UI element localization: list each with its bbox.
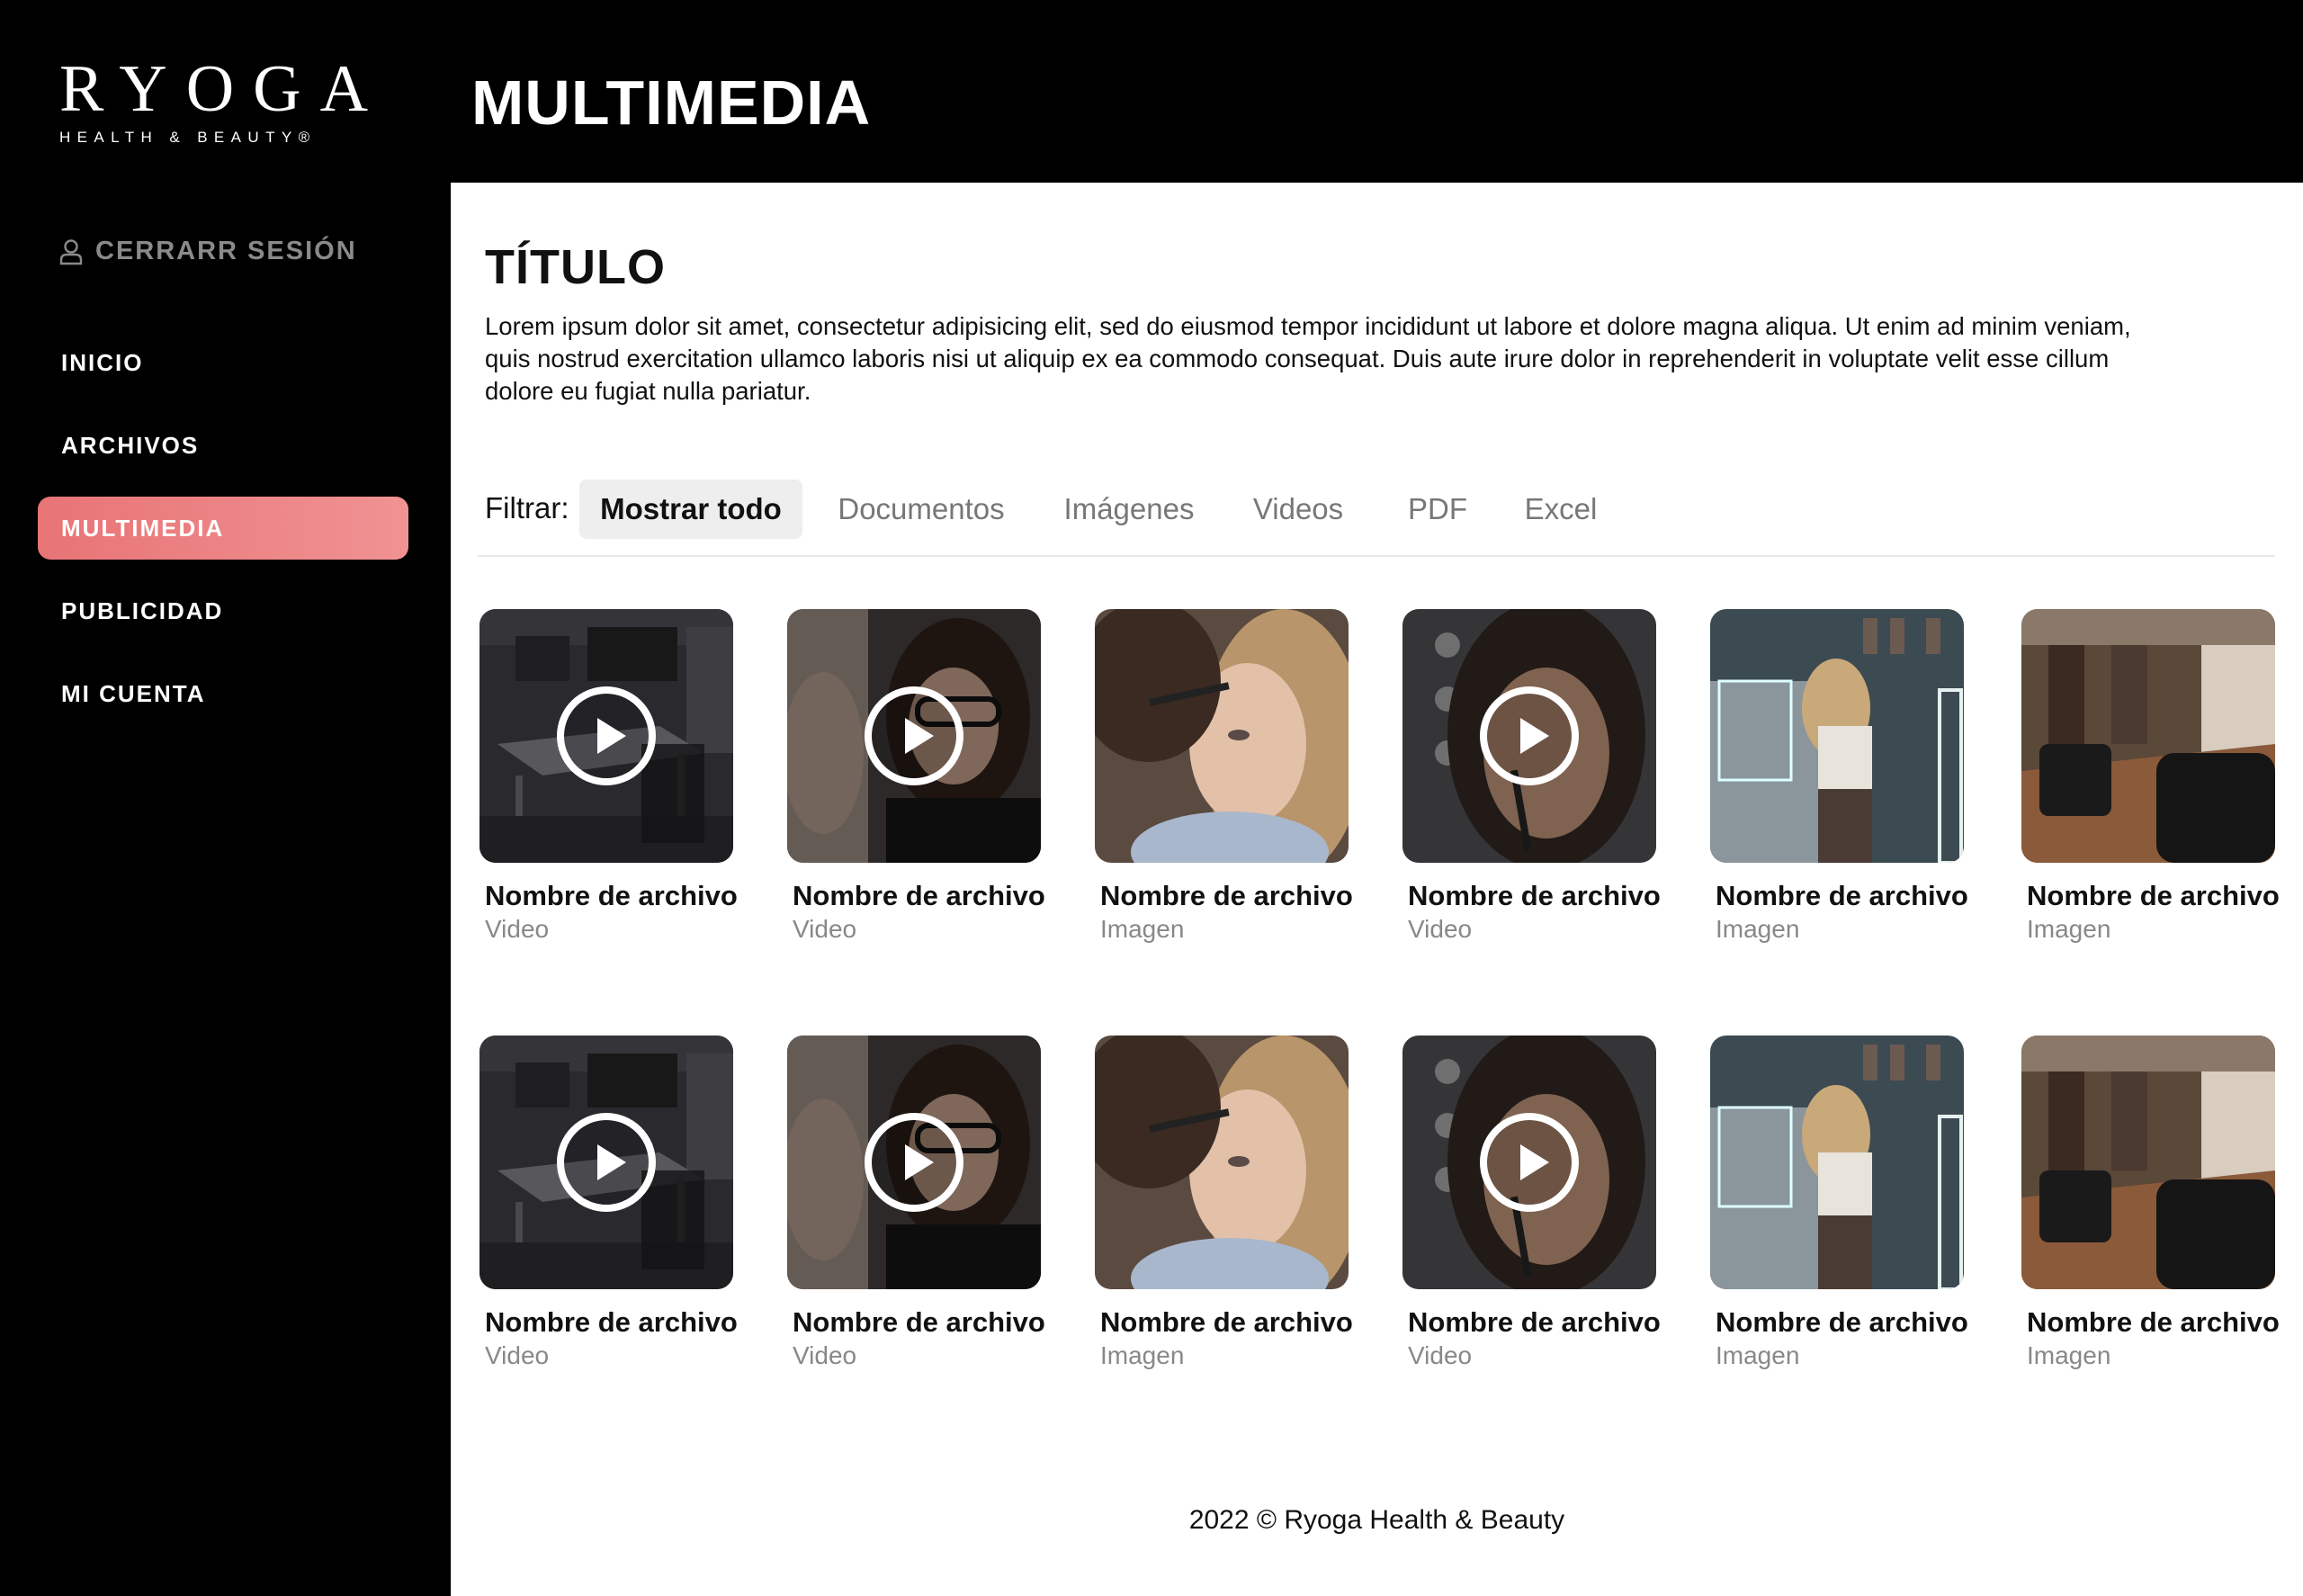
content-description: Lorem ipsum dolor sit amet, consectetur … — [485, 312, 2131, 405]
image-thumbnail[interactable] — [1710, 1036, 1964, 1289]
media-file-type: Video — [485, 1341, 550, 1369]
media-file-name[interactable]: Nombre de archivo — [479, 879, 738, 913]
footer-copyright: 2022 © Ryoga Health & Beauty — [1188, 1505, 1565, 1535]
media-card[interactable]: Nombre de archivo Imagen — [1710, 609, 1968, 946]
media-file-name[interactable]: Nombre de archivo — [1710, 879, 1968, 913]
sidebar-item-archivos[interactable]: ARCHIVOS — [38, 414, 408, 477]
media-card[interactable]: Nombre de archivo Video — [479, 1036, 738, 1372]
filter-tab-imagenes[interactable]: Imágenes — [1039, 480, 1219, 539]
video-thumbnail[interactable] — [479, 609, 733, 863]
play-icon[interactable] — [1479, 1112, 1580, 1213]
media-file-name[interactable]: Nombre de archivo — [1402, 1305, 1661, 1340]
media-file-type: Video — [485, 915, 550, 943]
video-thumbnail[interactable] — [479, 1036, 733, 1289]
logout-label: CERRARR SESIÓN — [95, 237, 357, 265]
media-card[interactable]: Nombre de archivo Imagen — [1710, 1036, 1968, 1372]
image-thumbnail[interactable] — [2021, 1036, 2275, 1289]
brand-name: RYOGA — [59, 52, 388, 126]
media-file-name[interactable]: Nombre de archivo — [1095, 879, 1353, 913]
video-thumbnail[interactable] — [787, 1036, 1041, 1289]
media-file-type: Video — [793, 915, 857, 943]
media-file-name[interactable]: Nombre de archivo — [787, 879, 1045, 913]
sidebar: CERRARR SESIÓN INICIO ARCHIVOS MULTIMEDI… — [0, 183, 451, 1596]
play-icon[interactable] — [556, 1112, 657, 1213]
image-thumbnail[interactable] — [2021, 609, 2275, 863]
video-thumbnail[interactable] — [1402, 609, 1656, 863]
media-file-name[interactable]: Nombre de archivo — [1402, 879, 1661, 913]
main-content: TÍTULO Lorem ipsum dolor sit amet, conse… — [451, 183, 2303, 1596]
media-file-name[interactable]: Nombre de archivo — [787, 1305, 1045, 1340]
media-file-type: Imagen — [1100, 915, 1185, 943]
media-file-type: Imagen — [1716, 1341, 1800, 1369]
filter-tab-documentos[interactable]: Documentos — [822, 480, 1020, 539]
video-thumbnail[interactable] — [1402, 1036, 1656, 1289]
media-card[interactable]: Nombre de archivo Imagen — [2021, 609, 2280, 946]
play-icon[interactable] — [556, 686, 657, 786]
top-header: RYOGA HEALTH & BEAUTY® MULTIMEDIA — [0, 0, 2303, 183]
video-thumbnail[interactable] — [787, 609, 1041, 863]
play-icon[interactable] — [864, 686, 964, 786]
logout-button[interactable]: CERRARR SESIÓN — [59, 237, 357, 266]
content-title: TÍTULO — [485, 240, 666, 294]
media-card[interactable]: Nombre de archivo Video — [1402, 609, 1661, 946]
image-thumbnail[interactable] — [1710, 609, 1964, 863]
user-icon — [59, 238, 83, 265]
brand-tagline: HEALTH & BEAUTY® — [59, 129, 317, 146]
media-file-name[interactable]: Nombre de archivo — [2021, 1305, 2280, 1340]
play-icon[interactable] — [1479, 686, 1580, 786]
page-title: MULTIMEDIA — [471, 67, 872, 138]
sidebar-item-multimedia[interactable]: MULTIMEDIA — [38, 497, 408, 560]
media-file-type: Imagen — [2027, 1341, 2111, 1369]
media-card[interactable]: Nombre de archivo Imagen — [2021, 1036, 2280, 1372]
image-thumbnail[interactable] — [1095, 1036, 1349, 1289]
media-file-type: Video — [793, 1341, 857, 1369]
image-thumbnail[interactable] — [1095, 609, 1349, 863]
media-card[interactable]: Nombre de archivo Video — [1402, 1036, 1661, 1372]
media-card[interactable]: Nombre de archivo Video — [787, 609, 1045, 946]
filter-tab-excel[interactable]: Excel — [1502, 480, 1619, 539]
media-file-type: Imagen — [1100, 1341, 1185, 1369]
media-file-type: Imagen — [2027, 915, 2111, 943]
sidebar-item-mi-cuenta[interactable]: MI CUENTA — [38, 662, 408, 725]
media-card[interactable]: Nombre de archivo Video — [787, 1036, 1045, 1372]
filter-tab-pdf[interactable]: PDF — [1384, 480, 1492, 539]
media-file-name[interactable]: Nombre de archivo — [2021, 879, 2280, 913]
media-card[interactable]: Nombre de archivo Imagen — [1095, 1036, 1353, 1372]
sidebar-item-inicio[interactable]: INICIO — [38, 331, 408, 394]
media-file-name[interactable]: Nombre de archivo — [1095, 1305, 1353, 1340]
media-file-name[interactable]: Nombre de archivo — [479, 1305, 738, 1340]
media-card[interactable]: Nombre de archivo Video — [479, 609, 738, 946]
media-file-name[interactable]: Nombre de archivo — [1710, 1305, 1968, 1340]
brand-logo[interactable]: RYOGA HEALTH & BEAUTY® — [59, 52, 388, 148]
sidebar-item-publicidad[interactable]: PUBLICIDAD — [38, 579, 408, 642]
filter-label: Filtrar: — [485, 491, 569, 525]
media-file-type: Video — [1408, 1341, 1473, 1369]
media-file-type: Video — [1408, 915, 1473, 943]
play-icon[interactable] — [864, 1112, 964, 1213]
filter-tab-videos[interactable]: Videos — [1231, 480, 1366, 539]
media-card[interactable]: Nombre de archivo Imagen — [1095, 609, 1353, 946]
media-file-type: Imagen — [1716, 915, 1800, 943]
filter-bar: Filtrar: Mostrar todo Documentos Imágene… — [478, 480, 2275, 557]
filter-tab-mostrar-todo[interactable]: Mostrar todo — [579, 480, 802, 539]
